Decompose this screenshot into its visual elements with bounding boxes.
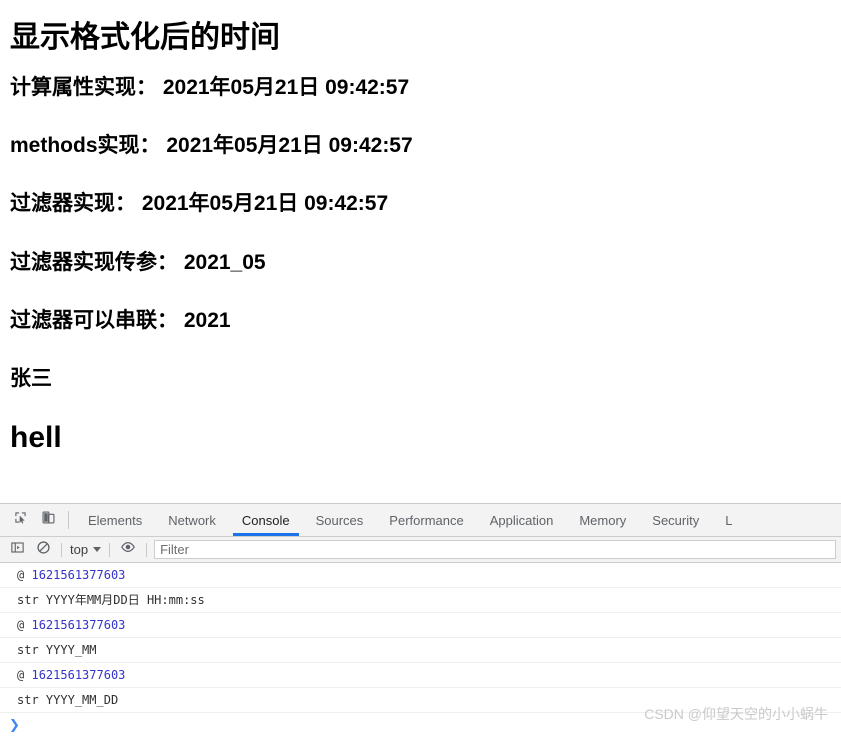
console-message: @ 1621561377603 <box>0 563 841 588</box>
clear-console-icon <box>36 540 51 560</box>
methods-line: methods实现： 2021年05月21日 09:42:57 <box>10 134 413 158</box>
tab-label: Security <box>652 512 700 528</box>
console-message-prefix: str <box>17 693 39 707</box>
user-name-line: 张三 <box>10 366 52 390</box>
console-message-list[interactable]: @ 1621561377603 str YYYY年MM月DD日 HH:mm:ss… <box>0 563 841 745</box>
inspect-element-icon <box>13 510 28 530</box>
page-content: 显示格式化后的时间 计算属性实现： 2021年05月21日 09:42:57 m… <box>0 21 841 454</box>
tab-network[interactable]: Network <box>155 504 229 536</box>
toolbar-divider <box>109 542 111 557</box>
create-live-expression-button[interactable] <box>115 539 141 561</box>
devtools-panel: Elements Network Console Sources Perform… <box>0 503 841 745</box>
tab-elements[interactable]: Elements <box>75 504 155 536</box>
console-message-value: 1621561377603 <box>31 668 126 682</box>
console-input-prompt[interactable]: ❯ <box>0 713 841 738</box>
console-message: @ 1621561377603 <box>0 663 841 688</box>
devtools-tab-bar: Elements Network Console Sources Perform… <box>0 504 841 537</box>
tab-performance[interactable]: Performance <box>376 504 476 536</box>
toolbar-divider <box>61 542 62 557</box>
tab-label: Application <box>489 512 554 528</box>
console-message-prefix: str <box>17 643 39 657</box>
computed-property-line: 计算属性实现： 2021年05月21日 09:42:57 <box>10 76 410 99</box>
filter-with-args-line: 过滤器实现传参： 2021_05 <box>10 250 266 274</box>
tab-label: L <box>725 512 733 528</box>
toolbar-divider <box>68 511 69 529</box>
tab-label: Performance <box>389 512 464 528</box>
clear-console-button[interactable] <box>30 539 56 561</box>
console-message-value: 1621561377603 <box>31 568 126 582</box>
live-expression-eye-icon <box>120 539 136 560</box>
filter-chained-line: 过滤器可以串联： 2021 <box>10 308 231 332</box>
console-sidebar-icon <box>10 540 25 560</box>
console-message-value: YYYY年MM月DD日 HH:mm:ss <box>45 593 205 607</box>
console-message-prefix: @ <box>17 568 25 582</box>
console-message-prefix: @ <box>17 618 25 632</box>
console-toolbar: top Filter <box>0 537 841 563</box>
tab-security[interactable]: Security <box>639 504 712 536</box>
console-message-value: YYYY_MM <box>45 643 97 657</box>
filter-line: 过滤器实现： 2021年05月21日 09:42:57 <box>10 192 389 216</box>
console-message: @ 1621561377603 <box>0 613 841 638</box>
tab-label: Elements <box>88 512 143 528</box>
toolbar-divider <box>146 542 148 557</box>
console-message-value: 1621561377603 <box>31 618 126 632</box>
tab-label: Sources <box>315 512 364 528</box>
console-message-value: YYYY_MM_DD <box>45 693 119 707</box>
page-title: 显示格式化后的时间 <box>10 21 280 54</box>
tab-sources[interactable]: Sources <box>303 504 377 536</box>
console-message: str YYYY_MM_DD <box>0 688 841 713</box>
console-message-prefix: str <box>17 593 39 607</box>
tab-memory[interactable]: Memory <box>566 504 639 536</box>
browser-page-viewport: 显示格式化后的时间 计算属性实现： 2021年05月21日 09:42:57 m… <box>0 0 841 503</box>
tab-lighthouse[interactable]: L <box>712 504 745 536</box>
execution-context-selector[interactable]: top <box>67 542 104 557</box>
console-message-prefix: @ <box>17 668 25 682</box>
tab-label: Memory <box>579 512 627 528</box>
tab-label: Network <box>168 512 216 528</box>
secondary-heading: hell <box>10 421 62 455</box>
chevron-down-icon <box>93 547 102 552</box>
device-toolbar-icon <box>41 510 56 530</box>
console-sidebar-button[interactable] <box>4 539 30 561</box>
prompt-arrow-icon: ❯ <box>9 718 20 733</box>
toggle-device-toolbar-button[interactable] <box>34 504 62 536</box>
tab-label: Console <box>241 512 290 528</box>
tab-application[interactable]: Application <box>477 504 567 536</box>
tab-console[interactable]: Console <box>229 504 303 536</box>
execution-context-label: top <box>70 542 89 557</box>
console-message: str YYYY_MM <box>0 638 841 663</box>
console-message: str YYYY年MM月DD日 HH:mm:ss <box>0 588 841 613</box>
inspect-element-button[interactable] <box>6 504 34 536</box>
console-filter-input[interactable]: Filter <box>154 540 836 559</box>
console-filter-placeholder: Filter <box>160 542 189 557</box>
